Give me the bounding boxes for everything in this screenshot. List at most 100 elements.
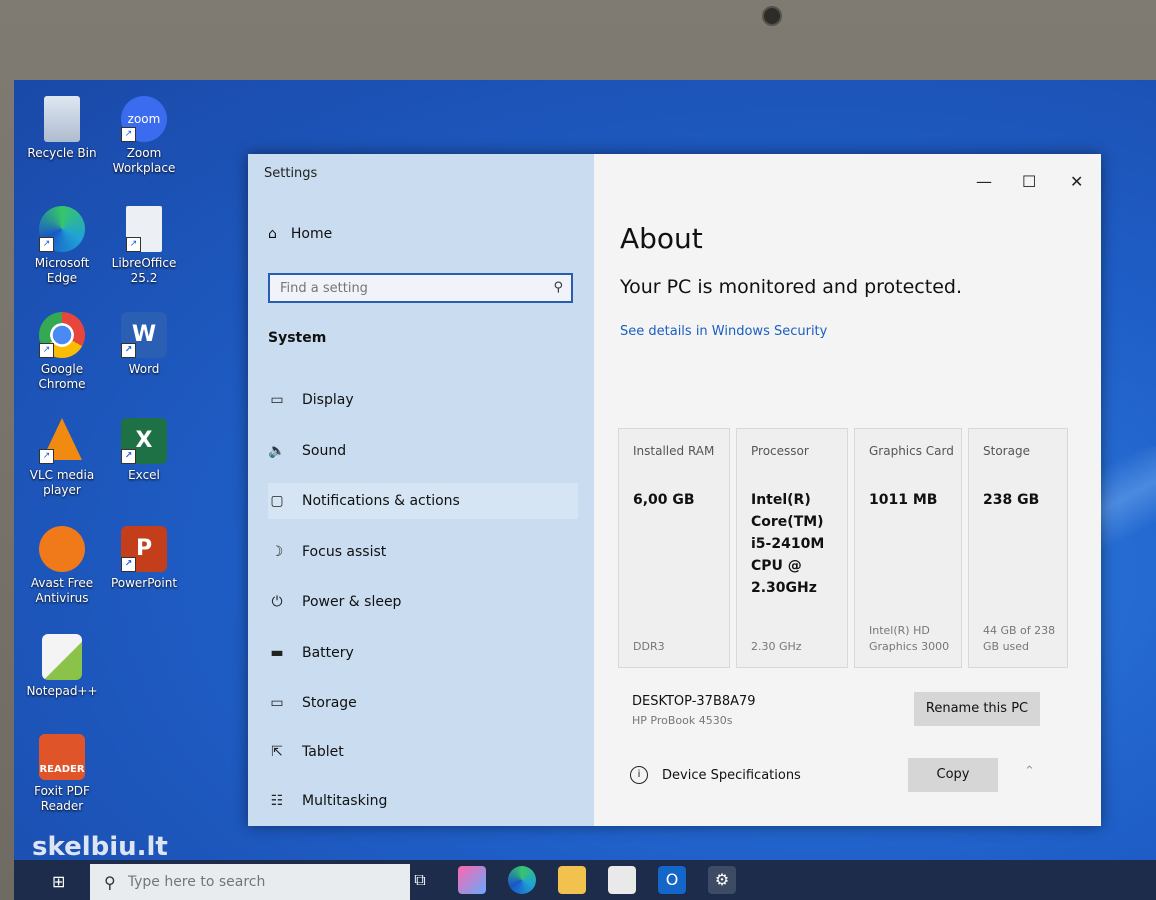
desktop-icon-label: Microsoft Edge	[34, 256, 90, 285]
device-specifications-header[interactable]: i Device Specifications	[630, 766, 801, 784]
desktop-icon-label: Recycle Bin	[27, 146, 97, 160]
webcam	[762, 6, 782, 26]
file-explorer-icon[interactable]	[558, 866, 586, 894]
excel-icon: X ↗	[121, 418, 167, 464]
nav-item-tablet[interactable]: ⇱ Tablet	[268, 734, 578, 770]
settings-search-input[interactable]	[270, 275, 550, 301]
processor-label: Processor	[751, 444, 809, 458]
nav-item-display[interactable]: ▭ Display	[268, 382, 578, 418]
avast-icon	[39, 526, 85, 572]
windows-start-icon[interactable]: ⊞	[52, 872, 65, 891]
home-icon: ⌂	[268, 226, 277, 242]
desktop-icon-notepadpp[interactable]: Notepad++	[22, 634, 102, 699]
desktop-icon-excel[interactable]: X ↗ Excel	[104, 418, 184, 483]
excel-logo-letter: X	[135, 428, 153, 453]
settings-sidebar: Settings ⌂ Home ⚲ System ▭ Display 🔈 Sou…	[248, 154, 594, 826]
section-heading: System	[268, 330, 327, 346]
vlc-icon: ↗	[39, 418, 85, 464]
close-icon[interactable]: ✕	[1070, 172, 1083, 191]
battery-icon: ▬	[270, 645, 284, 661]
settings-search-box[interactable]: ⚲	[268, 273, 573, 303]
edge-taskbar-icon[interactable]	[508, 866, 536, 894]
zoom-icon: zoom ↗	[121, 96, 167, 142]
display-icon: ▭	[270, 392, 284, 408]
nav-item-sound[interactable]: 🔈 Sound	[268, 433, 578, 469]
multitasking-icon: ☷	[270, 793, 284, 809]
microsoft-store-icon[interactable]	[608, 866, 636, 894]
tablet-icon: ⇱	[271, 744, 283, 760]
home-link[interactable]: ⌂ Home	[268, 226, 332, 242]
device-model: HP ProBook 4530s	[632, 714, 733, 727]
task-view-icon[interactable]: ⧉	[406, 866, 434, 894]
nav-label: Tablet	[302, 744, 344, 760]
desktop-icon-powerpoint[interactable]: P ↗ PowerPoint	[104, 526, 184, 591]
outlook-icon[interactable]: O	[658, 866, 686, 894]
nav-label: Storage	[302, 695, 357, 711]
powerpoint-icon: P ↗	[121, 526, 167, 572]
nav-item-multitasking[interactable]: ☷ Multitasking	[268, 783, 578, 819]
desktop-icon-zoom[interactable]: zoom ↗ Zoom Workplace	[104, 96, 184, 176]
desktop-icon-foxit[interactable]: READER Foxit PDF Reader	[22, 734, 102, 814]
desktop-icon-word[interactable]: W ↗ Word	[104, 312, 184, 377]
windows-security-link[interactable]: See details in Windows Security	[620, 324, 827, 339]
chrome-icon: ↗	[39, 312, 85, 358]
shortcut-arrow-icon: ↗	[121, 557, 136, 572]
nav-item-notifications[interactable]: ▢ Notifications & actions	[268, 483, 578, 519]
protection-status: Your PC is monitored and protected.	[620, 276, 962, 298]
search-icon[interactable]: ⚲	[553, 280, 563, 295]
desktop-icon-label: Notepad++	[26, 684, 98, 698]
spec-card-processor: Processor Intel(R) Core(TM) i5-2410M CPU…	[736, 428, 848, 668]
shortcut-arrow-icon: ↗	[39, 343, 54, 358]
page-title: About	[620, 222, 703, 255]
edge-icon: ↗	[39, 206, 85, 252]
settings-gear-icon[interactable]: ⚙	[708, 866, 736, 894]
desktop-icon-label: VLC media player	[29, 468, 95, 497]
desktop-icon-label: Foxit PDF Reader	[34, 784, 90, 813]
copilot-icon[interactable]	[458, 866, 486, 894]
maximize-icon[interactable]: ☐	[1022, 172, 1036, 191]
taskbar-search-box[interactable]: ⚲	[90, 864, 410, 900]
spec-card-storage: Storage 238 GB 44 GB of 238 GB used	[968, 428, 1068, 668]
settings-window: Settings ⌂ Home ⚲ System ▭ Display 🔈 Sou…	[248, 154, 1101, 826]
home-label: Home	[290, 226, 333, 242]
rename-pc-button[interactable]: Rename this PC	[914, 692, 1040, 726]
shortcut-arrow-icon: ↗	[121, 343, 136, 358]
shortcut-arrow-icon: ↗	[39, 449, 54, 464]
notepad-plus-icon	[42, 634, 82, 680]
graphics-detail: Intel(R) HD Graphics 3000	[869, 624, 950, 653]
desktop-icon-label: LibreOffice 25.2	[111, 256, 177, 285]
desktop-icon-libreoffice[interactable]: ↗ LibreOffice 25.2	[104, 206, 184, 286]
nav-label: Power & sleep	[302, 594, 402, 610]
desktop-icon-chrome[interactable]: ↗ Google Chrome	[22, 312, 102, 392]
storage-value: 238 GB	[983, 492, 1040, 508]
spec-card-ram: Installed RAM 6,00 GB DDR3	[618, 428, 730, 668]
desktop-icon-edge[interactable]: ↗ Microsoft Edge	[22, 206, 102, 286]
desktop-icon-vlc[interactable]: ↗ VLC media player	[22, 418, 102, 498]
desktop-icon-label: PowerPoint	[110, 576, 178, 590]
spec-cards: Installed RAM 6,00 GB DDR3 Processor Int…	[618, 428, 1068, 668]
desktop-icon-label: Word	[128, 362, 160, 376]
chevron-up-icon[interactable]: ⌃	[1024, 764, 1035, 779]
shortcut-arrow-icon: ↗	[126, 237, 141, 252]
nav-item-storage[interactable]: ▭ Storage	[268, 685, 578, 721]
nav-item-focus-assist[interactable]: ☽ Focus assist	[268, 534, 578, 570]
nav-item-battery[interactable]: ▬ Battery	[268, 635, 578, 671]
minimize-icon[interactable]: —	[976, 172, 992, 191]
device-specifications-label: Device Specifications	[662, 767, 801, 783]
nav-item-power-sleep[interactable]: ⏻ Power & sleep	[268, 584, 578, 620]
word-icon: W ↗	[121, 312, 167, 358]
processor-detail: 2.30 GHz	[751, 640, 802, 653]
about-panel: — ☐ ✕ About Your PC is monitored and pro…	[594, 154, 1101, 826]
storage-icon: ▭	[270, 695, 284, 711]
graphics-label: Graphics Card	[869, 444, 954, 458]
desktop-icon-label: Google Chrome	[38, 362, 86, 391]
taskbar-search-input[interactable]	[125, 873, 350, 891]
desktop-icon-recycle-bin[interactable]: Recycle Bin	[22, 96, 102, 161]
foxit-icon: READER	[39, 734, 85, 780]
copy-button[interactable]: Copy	[908, 758, 998, 792]
search-icon: ⚲	[104, 872, 116, 892]
spec-card-graphics: Graphics Card 1011 MB Intel(R) HD Graphi…	[854, 428, 962, 668]
desktop-icon-label: Excel	[128, 468, 160, 482]
desktop-icon-avast[interactable]: Avast Free Antivirus	[22, 526, 102, 606]
shortcut-arrow-icon: ↗	[39, 237, 54, 252]
